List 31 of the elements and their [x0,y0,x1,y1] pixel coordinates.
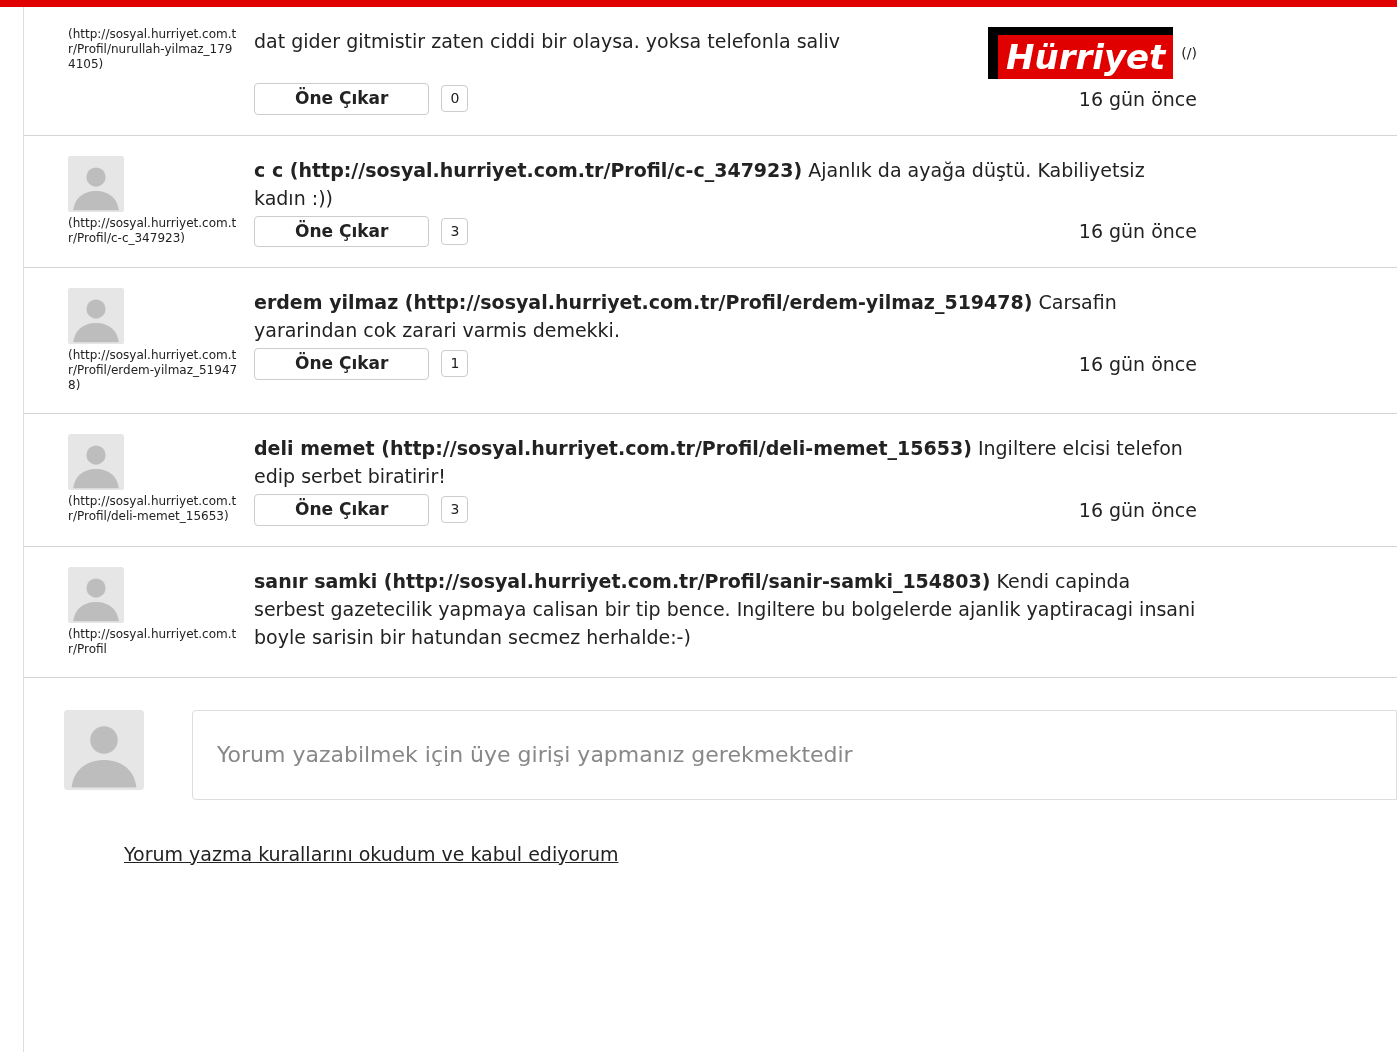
feature-button[interactable]: Öne Çıkar [254,494,430,526]
vote-count: 3 [441,496,469,524]
vote-count: 0 [441,85,469,113]
feature-button[interactable]: Öne Çıkar [254,83,430,115]
logo: Hürriyet [988,27,1174,79]
feature-button[interactable]: Öne Çıkar [254,348,430,380]
avatar-icon [68,434,124,490]
avatar-icon [68,288,124,344]
comment-time: 16 gün önce [1078,497,1197,523]
feature-button[interactable]: Öne Çıkar [254,215,430,247]
profile-link[interactable]: (http://sosyal.hurriyet.com.tr/Profil/nurullah-yilmaz_1794105) [68,27,238,72]
comment-text: deli memet (http://sosyal.hurriyet.com.tr/Profil/deli-memet_15653) Ingiltere elcisi telefon edip serbet biratirir! [254,436,1184,489]
avatar-icon [68,566,124,623]
comment-time: 16 gün önce [1078,219,1197,244]
avatar-icon [64,709,144,790]
comment-time: 16 gün önce [1078,86,1197,112]
comment-text: erdem yilmaz (http://sosyal.hurriyet.com.tr/Profil/erdem-yilmaz_519478) Carsafin yararindan cok zarari varmis demekki. [254,290,1118,343]
avatar-icon [68,155,124,212]
comment-input[interactable]: Yorum yazabilmek için üye girişi yapmanız gerekmektedir [192,709,1397,800]
vote-count: 1 [441,350,469,378]
comment-text: dat gider gitmistir zaten ciddi bir olaysa. yoksa telefonla saliv [254,29,841,54]
profile-link[interactable]: (http://sosyal.hurriyet.com.tr/Profil/erdem-yilmaz_519478) [68,348,238,393]
comment-text: c c (http://sosyal.hurriyet.com.tr/Profil/c-c_347923) Ajanlık da ayağa düştü. Kabiliyetsiz kadın :)) [254,157,1146,211]
logo-caption: (/) [1181,43,1197,63]
comment-time: 16 gün önce [1078,351,1197,377]
profile-link[interactable]: (http://sosyal.hurriyet.com.tr/Profil [68,626,238,657]
rules-link[interactable]: Yorum yazma kurallarını okudum ve kabul ediyorum [124,842,619,865]
profile-link[interactable]: (http://sosyal.hurriyet.com.tr/Profil/c-c_347923) [68,215,238,246]
comment-text: sanır samki (http://sosyal.hurriyet.com.tr/Profil/sanir-samki_154803) Kendi capinda serbest gazetecilik yapmaya calisan bir tip bence. Ingiltere bu bolgelerde ajanlik yaptiracagi insani boyle sarisin bir hatundan secmez herhalde:-) [254,568,1197,650]
vote-count: 3 [441,217,469,245]
profile-link[interactable]: (http://sosyal.hurriyet.com.tr/Profil/deli-memet_15653) [68,494,238,524]
